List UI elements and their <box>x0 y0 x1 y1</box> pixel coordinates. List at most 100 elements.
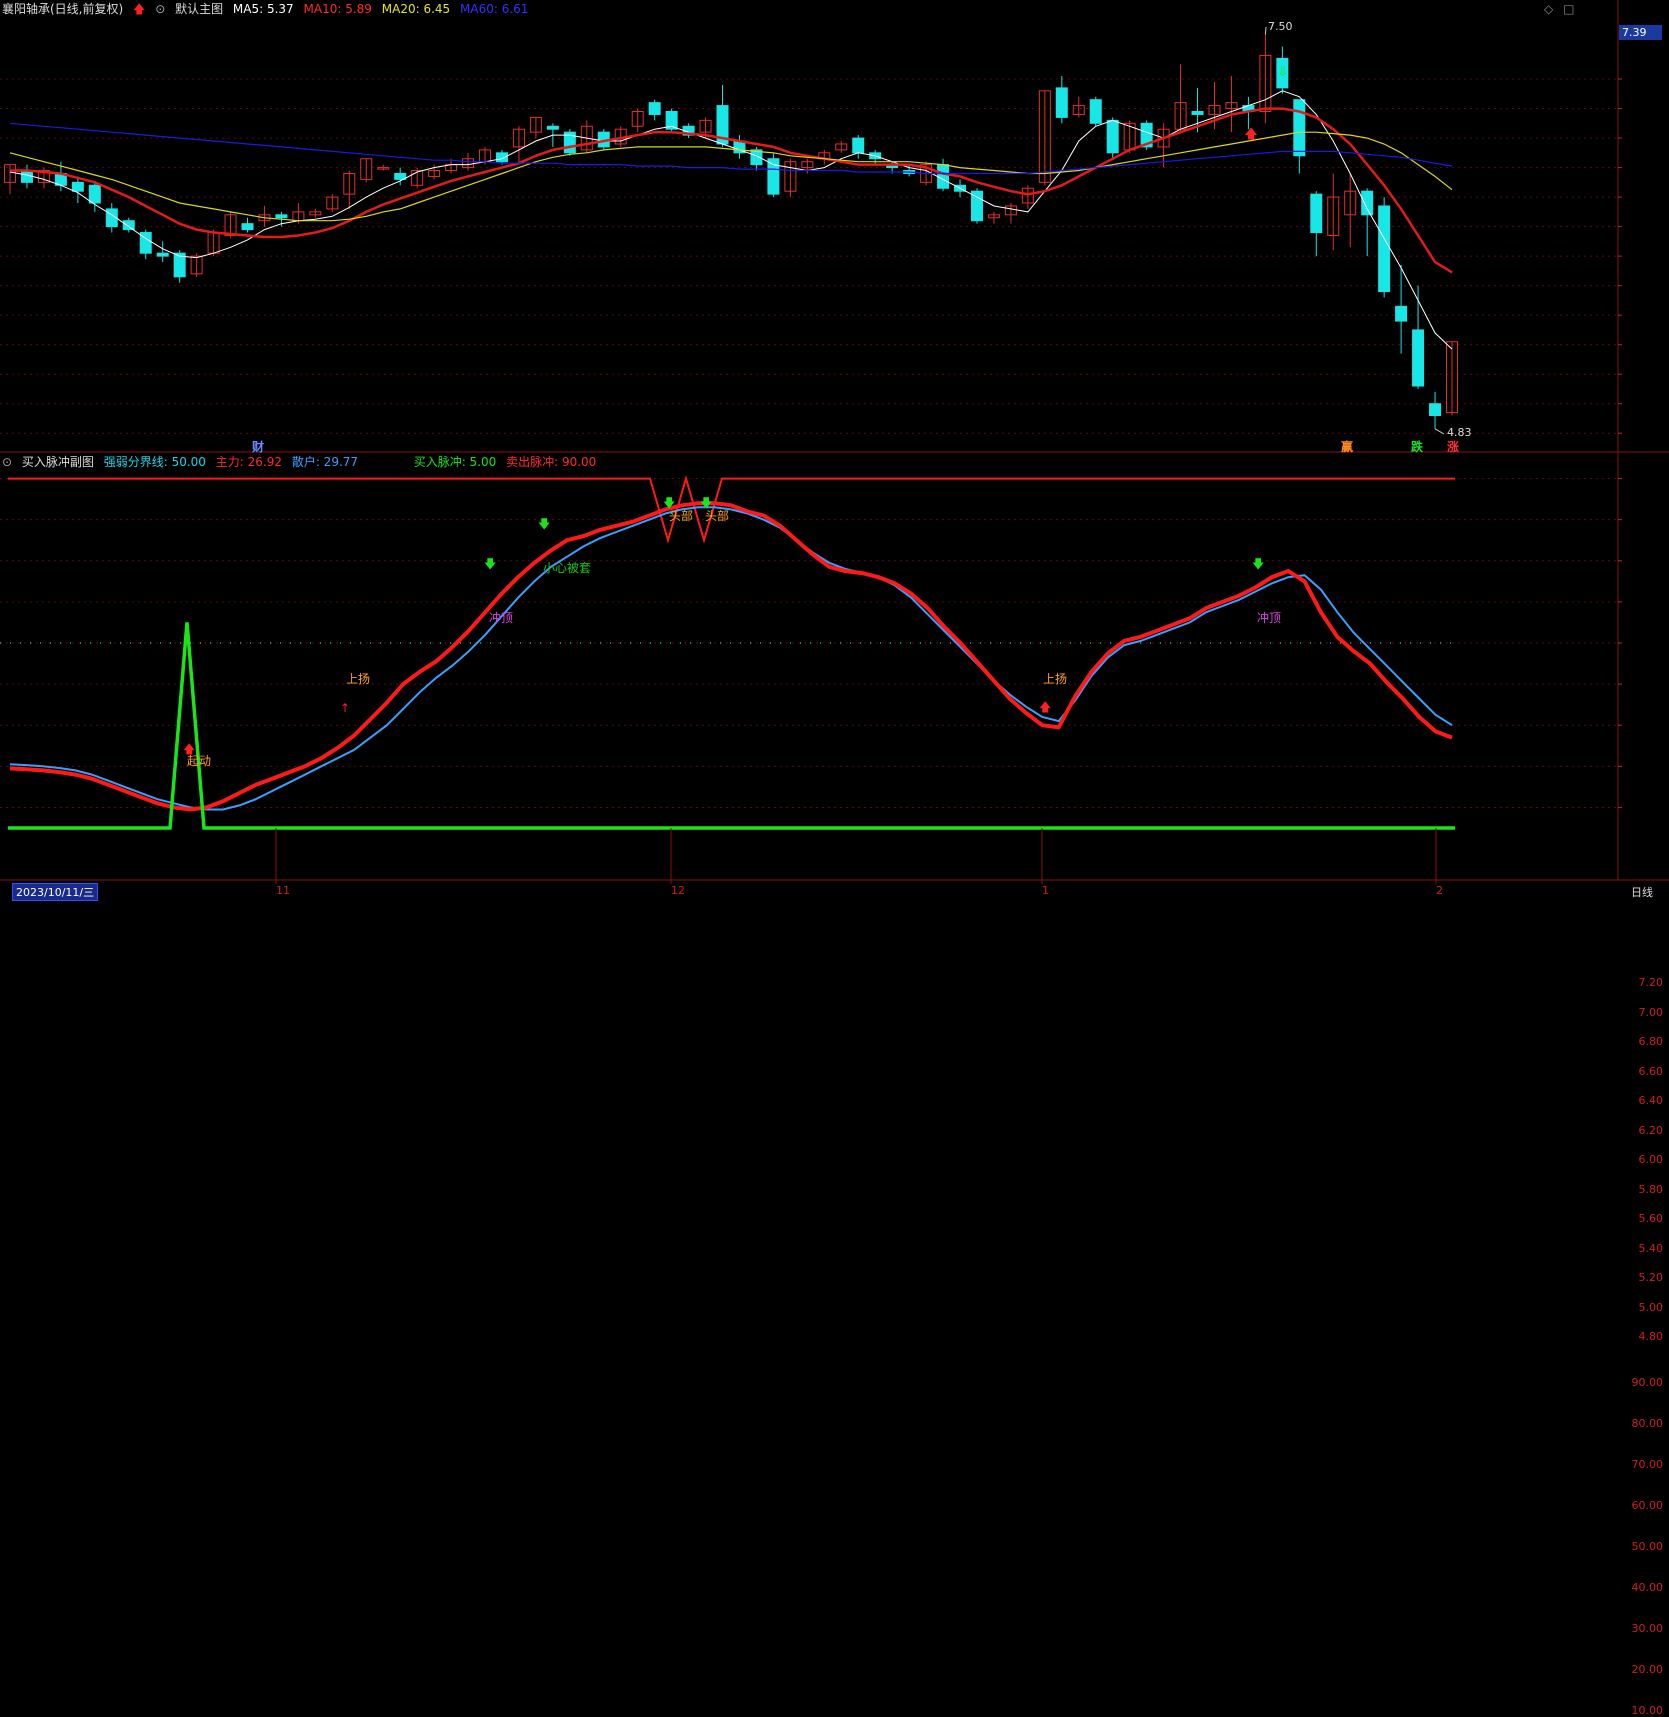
price-tick-label: 5.60 <box>1638 1212 1664 1226</box>
diamond-icon[interactable]: ◇ <box>1544 2 1553 16</box>
indicator-name[interactable]: 默认主图 <box>175 2 223 16</box>
candle-down <box>546 125 559 130</box>
rise-arrow-icon: ↑ <box>340 701 350 715</box>
price-tick-label: 6.20 <box>1638 1123 1664 1137</box>
high-pointer <box>1264 26 1267 35</box>
current-price-tag: 7.39 <box>1619 25 1662 40</box>
sell-signal-icon: ⇩ <box>1277 65 1288 80</box>
candle-down <box>937 164 950 189</box>
candle-down <box>241 223 254 231</box>
candle-down <box>1106 119 1119 154</box>
annotation-toubu-1: 头部 <box>669 509 694 523</box>
annotation-xiaoxin: 小心被套 <box>543 561 592 575</box>
price-tick-label: 7.00 <box>1638 1005 1664 1019</box>
osc-tick-label: 40.00 <box>1631 1581 1664 1595</box>
candle-down <box>1429 403 1442 417</box>
window-controls: ◇ □ <box>1544 0 1580 18</box>
candle-down <box>1412 329 1425 387</box>
price-tick-label: 4.80 <box>1638 1330 1664 1344</box>
date-axis: 2023/10/11/三 11 12 1 2 日线 <box>0 881 1669 901</box>
price-tick-label: 6.60 <box>1638 1064 1664 1078</box>
candle-down <box>852 137 865 154</box>
fall-marker[interactable]: 跌 <box>1411 438 1423 455</box>
ma10-line <box>10 107 1453 274</box>
candle-down <box>1361 190 1374 216</box>
candle-down <box>1191 111 1204 115</box>
annotation-chongding-1: 冲顶 <box>489 611 514 625</box>
ma60-line <box>9 122 1453 175</box>
candle-down <box>1310 193 1323 234</box>
annotation-qidong: 起动 <box>187 754 212 768</box>
buy-pulse-label: 买入脉冲: 5.00 <box>413 455 497 469</box>
ma60-label: MA60: 6.61 <box>460 2 529 16</box>
candle-down <box>1395 305 1408 322</box>
down-arrow-icon: 🡇 <box>538 517 550 531</box>
candle-down <box>1089 99 1102 124</box>
month-2: 2 <box>1436 884 1443 897</box>
main-header: 襄阳轴承(日线,前复权) 🡅 ⊙ 默认主图 MA5: 5.37 MA10: 5.… <box>2 0 534 18</box>
candle-down <box>156 252 169 257</box>
stock-title[interactable]: 襄阳轴承(日线,前复权) <box>2 2 123 16</box>
price-tick-label: 5.40 <box>1638 1241 1664 1255</box>
main-force-line <box>9 501 1453 812</box>
retail-line <box>9 506 1453 811</box>
price-tick-label: 5.20 <box>1638 1271 1664 1285</box>
ma20-label: MA20: 6.45 <box>381 2 451 16</box>
candle-down <box>88 184 101 204</box>
month-11: 11 <box>276 884 290 897</box>
down-arrow-icon: 🡇 <box>484 557 496 571</box>
osc-tick-label: 80.00 <box>1631 1416 1664 1430</box>
cursor-date: 2023/10/11/三 <box>12 883 99 901</box>
settings-circle-icon[interactable]: ⊙ <box>155 2 165 16</box>
divider-line-label: 强弱分界线: 50.00 <box>103 455 206 469</box>
osc-tick-label: 90.00 <box>1631 1375 1664 1389</box>
ma5-line <box>9 90 1453 350</box>
main-force-label: 主力: 26.92 <box>215 455 282 469</box>
price-tick-label: 6.00 <box>1638 1153 1664 1167</box>
annotation-shangyang-1: 上扬 <box>346 672 371 686</box>
candle-down <box>71 181 84 192</box>
annotation-toubu-2: 头部 <box>705 509 730 523</box>
settings-circle-icon[interactable]: ⊙ <box>2 455 12 469</box>
candle-down <box>1378 205 1391 293</box>
osc-tick-label: 10.00 <box>1631 1704 1664 1717</box>
candle-down <box>1055 87 1068 118</box>
ma5-label: MA5: 5.37 <box>232 2 294 16</box>
annotation-shangyang-2: 上扬 <box>1043 672 1068 686</box>
rise-arrow-icon: 🡅 <box>1039 700 1051 714</box>
chart-stage[interactable]: 🡅 ⇩ 🡅 🡅 ↑ 🡇 🡇 🡇 🡇 🡇 襄阳轴承(日线,前复权) 🡅 ⊙ 默认主图 MA5: 5.… <box>0 0 1669 1717</box>
price-tick-label: 5.00 <box>1638 1300 1664 1314</box>
osc-tick-label: 60.00 <box>1631 1498 1664 1512</box>
price-tick-label: 6.80 <box>1638 1035 1664 1049</box>
osc-tick-label: 30.00 <box>1631 1622 1664 1636</box>
ma20-line <box>9 131 1453 222</box>
retail-label: 散户: 29.77 <box>291 455 359 469</box>
high-price-label: 7.50 <box>1268 20 1293 33</box>
sell-pulse-label: 卖出脉冲: 90.00 <box>506 455 597 469</box>
finance-marker[interactable]: 财 <box>252 438 264 455</box>
price-tick-label: 5.80 <box>1638 1182 1664 1196</box>
candle-down <box>275 214 288 219</box>
price-tick-label: 7.20 <box>1638 976 1664 990</box>
month-1: 1 <box>1042 884 1049 897</box>
rise-marker[interactable]: 涨 <box>1447 438 1459 455</box>
period-selector[interactable]: 日线 <box>1631 884 1653 900</box>
annotation-chongding-2: 冲顶 <box>1257 611 1282 625</box>
osc-tick-label: 20.00 <box>1631 1663 1664 1677</box>
win-marker[interactable]: 赢 <box>1341 438 1353 455</box>
price-tick-label: 6.40 <box>1638 1094 1664 1108</box>
down-arrow-icon: 🡇 <box>1252 557 1264 571</box>
candle-down <box>122 220 135 231</box>
maximize-icon[interactable]: □ <box>1563 2 1574 16</box>
buy-signal-icon: 🡅 <box>1244 127 1257 142</box>
sub-indicator-name[interactable]: 买入脉冲副图 <box>22 455 94 469</box>
month-12: 12 <box>671 884 685 897</box>
ma10-label: MA10: 5.89 <box>303 2 372 16</box>
up-arrow-icon: 🡅 <box>133 2 146 16</box>
osc-tick-label: 70.00 <box>1631 1457 1664 1471</box>
osc-tick-label: 50.00 <box>1631 1540 1664 1553</box>
low-pointer <box>1434 428 1445 435</box>
candle-down <box>1293 99 1306 157</box>
candle-down <box>648 102 661 115</box>
sub-header: ⊙ 买入脉冲副图 强弱分界线: 50.00 主力: 26.92 散户: 29.7… <box>2 453 602 471</box>
